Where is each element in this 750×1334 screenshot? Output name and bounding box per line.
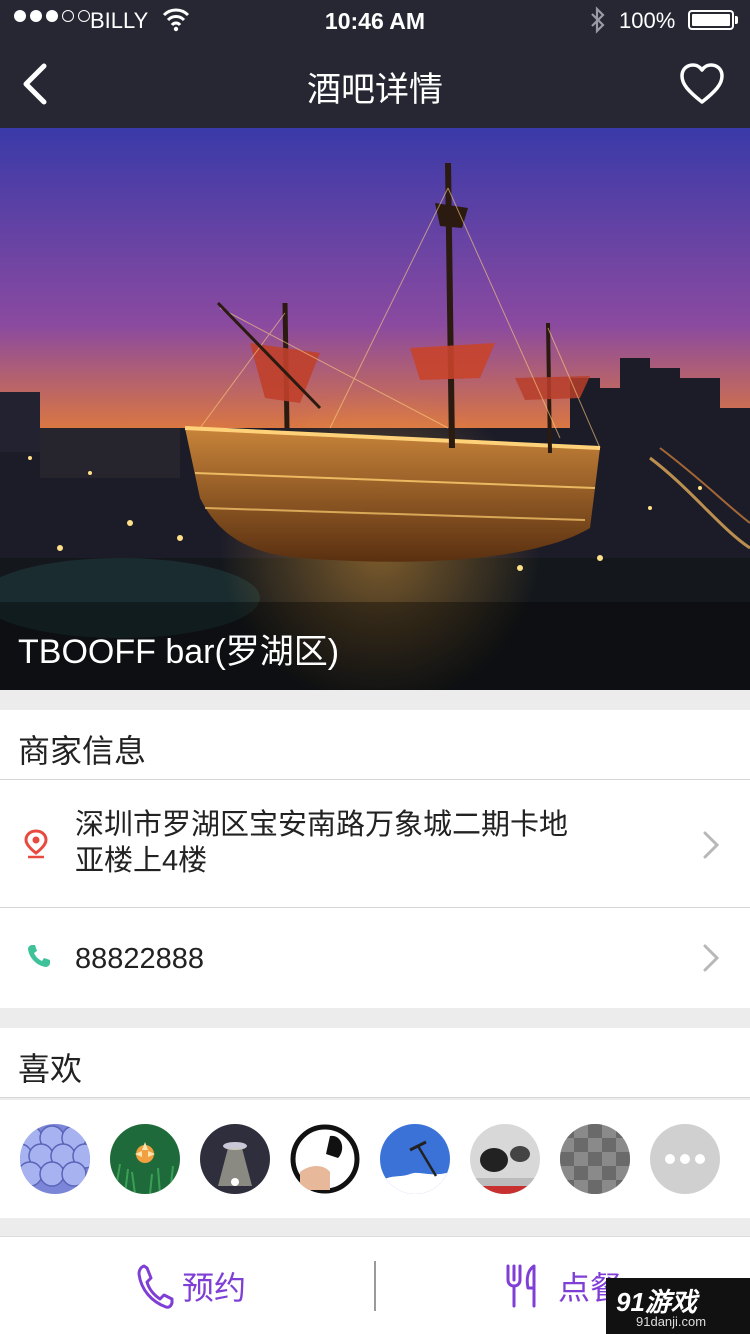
bottom-divider (374, 1261, 376, 1311)
address-text: 深圳市罗湖区宝安南路万象城二期卡地 亚楼上4楼 (75, 807, 568, 879)
chevron-right-icon (703, 944, 720, 972)
phone-number: 88822888 (75, 943, 205, 975)
address-line-2: 亚楼上4楼 (75, 845, 208, 877)
avatar[interactable] (380, 1124, 450, 1194)
watermark-site: 91danji.com (636, 1314, 707, 1329)
order-button[interactable]: 点餐 (504, 1237, 622, 1334)
avatar[interactable] (200, 1124, 270, 1194)
page-title: 酒吧详情 (307, 71, 443, 109)
likes-avatar-list (0, 1100, 750, 1218)
avatar[interactable] (290, 1124, 360, 1194)
heart-icon[interactable] (678, 60, 726, 108)
address-line-1: 深圳市罗湖区宝安南路万象城二期卡地 (75, 809, 569, 841)
merchant-info-heading: 商家信息 (18, 733, 147, 769)
bar-detail-page: BILLY 10:46 AM 100% 酒吧详情 TBOOFF bar(罗湖区)… (0, 0, 750, 1334)
phone-outline-icon (137, 1264, 174, 1309)
avatar[interactable] (110, 1124, 180, 1194)
reserve-button[interactable]: 预约 (136, 1237, 246, 1334)
reserve-label: 预约 (182, 1270, 247, 1306)
chevron-right-icon (703, 831, 720, 859)
bar-name: TBOOFF bar(罗湖区) (18, 633, 340, 671)
fork-knife-icon (506, 1264, 536, 1308)
more-dots-icon[interactable] (650, 1124, 720, 1194)
bar-name-caption: TBOOFF bar(罗湖区) (0, 602, 750, 690)
likes-header: 喜欢 (0, 1028, 750, 1098)
merchant-info-header: 商家信息 (0, 710, 750, 780)
status-bar: BILLY 10:46 AM 100% (0, 0, 750, 40)
merchant-info-section: 商家信息 深圳市罗湖区宝安南路万象城二期卡地 亚楼上4楼 88822888 (0, 710, 750, 1008)
site-watermark: 91游戏 91danji.com (606, 1278, 750, 1334)
phone-row[interactable]: 88822888 (0, 909, 750, 1008)
battery-icon (688, 10, 738, 30)
avatar[interactable] (20, 1124, 90, 1194)
battery-percent: 100% (619, 8, 676, 33)
avatar[interactable] (470, 1124, 540, 1194)
phone-icon (28, 945, 50, 967)
address-row[interactable]: 深圳市罗湖区宝安南路万象城二期卡地 亚楼上4楼 (0, 781, 750, 908)
likes-heading: 喜欢 (18, 1051, 83, 1087)
avatar[interactable] (560, 1124, 630, 1194)
bluetooth-icon (591, 6, 605, 34)
navigation-bar: 酒吧详情 (0, 40, 750, 128)
bar-photo: TBOOFF bar(罗湖区) (0, 128, 750, 690)
location-pin-icon (24, 829, 48, 859)
